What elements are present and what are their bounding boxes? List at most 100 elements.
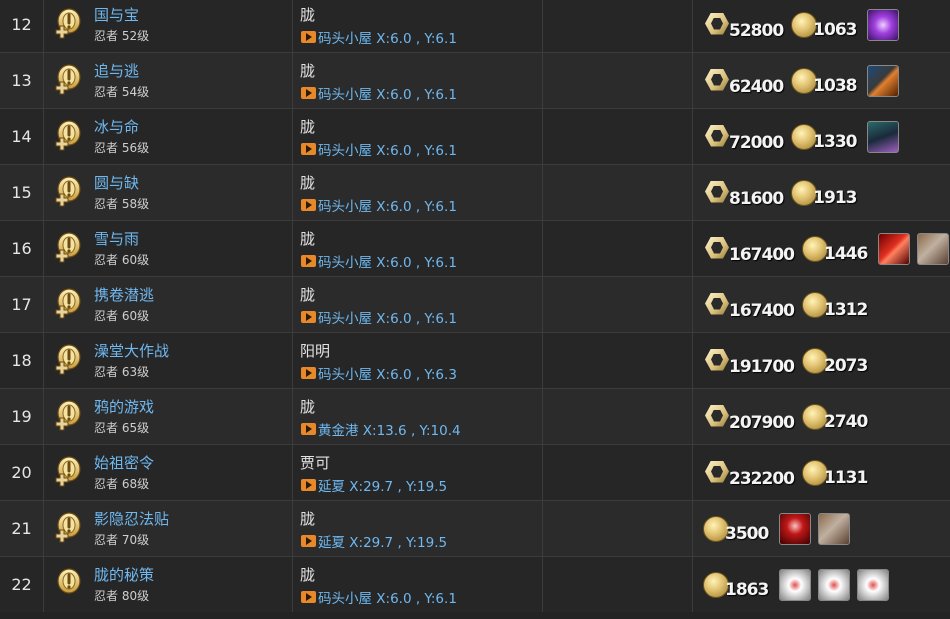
quest-giver-name: 胧 — [300, 398, 316, 416]
gil-reward: 2740 — [801, 403, 868, 432]
quest-location-link[interactable]: 黄金港 X:13.6 , Y:10.4 — [301, 419, 461, 439]
quest-location-link[interactable]: 码头小屋 X:6.0 , Y:6.1 — [301, 251, 457, 271]
map-marker-icon — [301, 591, 316, 603]
quest-icon — [55, 400, 81, 431]
quest-icon — [55, 8, 81, 39]
empty-cell — [543, 445, 693, 500]
quest-name-link[interactable]: 国与宝 — [94, 4, 139, 25]
map-marker-icon — [301, 423, 316, 435]
map-marker-icon — [301, 479, 316, 491]
quest-cell: 携卷潜逃 忍者 60级 — [44, 277, 293, 332]
location-text: 延夏 X:29.7 , Y:19.5 — [318, 535, 448, 551]
xp-value: 167400 — [729, 244, 795, 265]
materia-icon[interactable] — [779, 568, 812, 601]
gil-reward: 1131 — [801, 459, 868, 488]
reward-cell: 81600 1913 — [693, 165, 950, 220]
gil-value: 1330 — [813, 131, 857, 152]
quest-name-link[interactable]: 冰与命 — [94, 116, 139, 137]
gil-value: 1446 — [823, 243, 868, 264]
materia-icon[interactable] — [818, 568, 851, 601]
quest-name-link[interactable]: 追与逃 — [94, 60, 139, 81]
gil-reward: 1446 — [801, 235, 868, 264]
quest-giver-name: 胧 — [300, 566, 316, 584]
reward-cell: 191700 2073 — [693, 333, 950, 388]
quest-location-link[interactable]: 延夏 X:29.7 , Y:19.5 — [301, 531, 447, 551]
quest-location-link[interactable]: 码头小屋 X:6.0 , Y:6.1 — [301, 83, 457, 103]
quest-location-link[interactable]: 延夏 X:29.7 , Y:19.5 — [301, 475, 447, 495]
xp-icon — [703, 123, 733, 151]
reward-cell: 3500 — [693, 501, 950, 556]
gil-reward: 1312 — [801, 291, 868, 320]
xp-reward: 81600 — [703, 179, 784, 209]
quest-name-link[interactable]: 携卷潜逃 — [94, 284, 154, 305]
quest-giver-name: 胧 — [300, 286, 316, 304]
crimson-icon[interactable] — [779, 512, 812, 545]
empty-cell — [543, 165, 693, 220]
quest-giver-name: 胧 — [300, 6, 316, 24]
quest-number: 13 — [0, 53, 44, 108]
reward-cell: 207900 2740 — [693, 389, 950, 444]
quest-location-link[interactable]: 码头小屋 X:6.0 , Y:6.1 — [301, 27, 457, 47]
quest-location-link[interactable]: 码头小屋 X:6.0 , Y:6.1 — [301, 307, 457, 327]
box-icon[interactable] — [818, 512, 851, 545]
gil-reward: 3500 — [703, 515, 769, 544]
quest-level: 忍者 60级 — [94, 309, 150, 323]
monster-icon[interactable] — [867, 120, 900, 153]
quest-location-link[interactable]: 码头小屋 X:6.0 , Y:6.3 — [301, 363, 457, 383]
quest-name-link[interactable]: 鸦的游戏 — [94, 396, 154, 417]
quest-level: 忍者 58级 — [94, 197, 150, 211]
quest-name-link[interactable]: 胧的秘策 — [94, 564, 154, 585]
location-text: 码头小屋 X:6.0 , Y:6.1 — [318, 311, 457, 327]
quest-location-link[interactable]: 码头小屋 X:6.0 , Y:6.1 — [301, 587, 457, 607]
purple-orb-icon[interactable] — [867, 8, 900, 41]
quest-location-link[interactable]: 码头小屋 X:6.0 , Y:6.1 — [301, 139, 457, 159]
quest-name-link[interactable]: 雪与雨 — [94, 228, 139, 249]
quest-giver-name: 贾可 — [300, 454, 331, 472]
box-icon[interactable] — [917, 232, 950, 265]
quest-level: 忍者 70级 — [94, 533, 150, 547]
quest-row: 21 影隐忍法贴 忍者 70级 胧 延夏 X:29.7 , Y:19.5 350… — [0, 500, 950, 556]
location-text: 码头小屋 X:6.0 , Y:6.1 — [318, 199, 457, 215]
quest-level: 忍者 80级 — [94, 589, 150, 603]
location-text: 延夏 X:29.7 , Y:19.5 — [318, 479, 448, 495]
quest-icon — [55, 176, 81, 207]
location-text: 码头小屋 X:6.0 , Y:6.1 — [318, 255, 457, 271]
xp-reward: 167400 — [703, 235, 795, 265]
xp-icon — [703, 291, 733, 319]
quest-number: 17 — [0, 277, 44, 332]
xp-reward: 191700 — [703, 347, 795, 377]
xp-value: 72000 — [729, 132, 784, 153]
map-marker-icon — [301, 255, 316, 267]
empty-cell — [543, 0, 693, 52]
quest-giver-name: 胧 — [300, 62, 316, 80]
quest-number: 12 — [0, 0, 44, 52]
quest-name-link[interactable]: 影隐忍法贴 — [94, 508, 169, 529]
empty-cell — [543, 557, 693, 612]
reward-cell: 232200 1131 — [693, 445, 950, 500]
gil-value: 3500 — [725, 523, 769, 544]
reward-cell: 72000 1330 — [693, 109, 950, 164]
gil-reward: 2073 — [801, 347, 868, 376]
gil-value: 1913 — [813, 187, 857, 208]
map-marker-icon — [301, 199, 316, 211]
quest-name-link[interactable]: 圆与缺 — [94, 172, 139, 193]
xp-value: 167400 — [729, 300, 795, 321]
red-cross-icon[interactable] — [878, 232, 911, 265]
quest-name-link[interactable]: 澡堂大作战 — [94, 340, 169, 361]
quest-row: 19 鸦的游戏 忍者 65级 胧 黄金港 X:13.6 , Y:10.4 207… — [0, 388, 950, 444]
xp-reward: 52800 — [703, 11, 784, 41]
quest-giver-name: 阳明 — [300, 342, 331, 360]
quest-giver-cell: 胧 码头小屋 X:6.0 , Y:6.1 — [293, 165, 543, 220]
xp-reward: 167400 — [703, 291, 795, 321]
quest-icon — [55, 64, 81, 95]
xp-value: 62400 — [729, 76, 784, 97]
blade-icon[interactable] — [867, 64, 900, 97]
xp-reward: 207900 — [703, 403, 795, 433]
materia-icon[interactable] — [857, 568, 890, 601]
quest-location-link[interactable]: 码头小屋 X:6.0 , Y:6.1 — [301, 195, 457, 215]
quest-row: 15 圆与缺 忍者 58级 胧 码头小屋 X:6.0 , Y:6.1 81600… — [0, 164, 950, 220]
empty-cell — [543, 389, 693, 444]
quest-name-link[interactable]: 始祖密令 — [94, 452, 154, 473]
quest-row: 16 雪与雨 忍者 60级 胧 码头小屋 X:6.0 , Y:6.1 16740… — [0, 220, 950, 276]
quest-level: 忍者 54级 — [94, 85, 150, 99]
